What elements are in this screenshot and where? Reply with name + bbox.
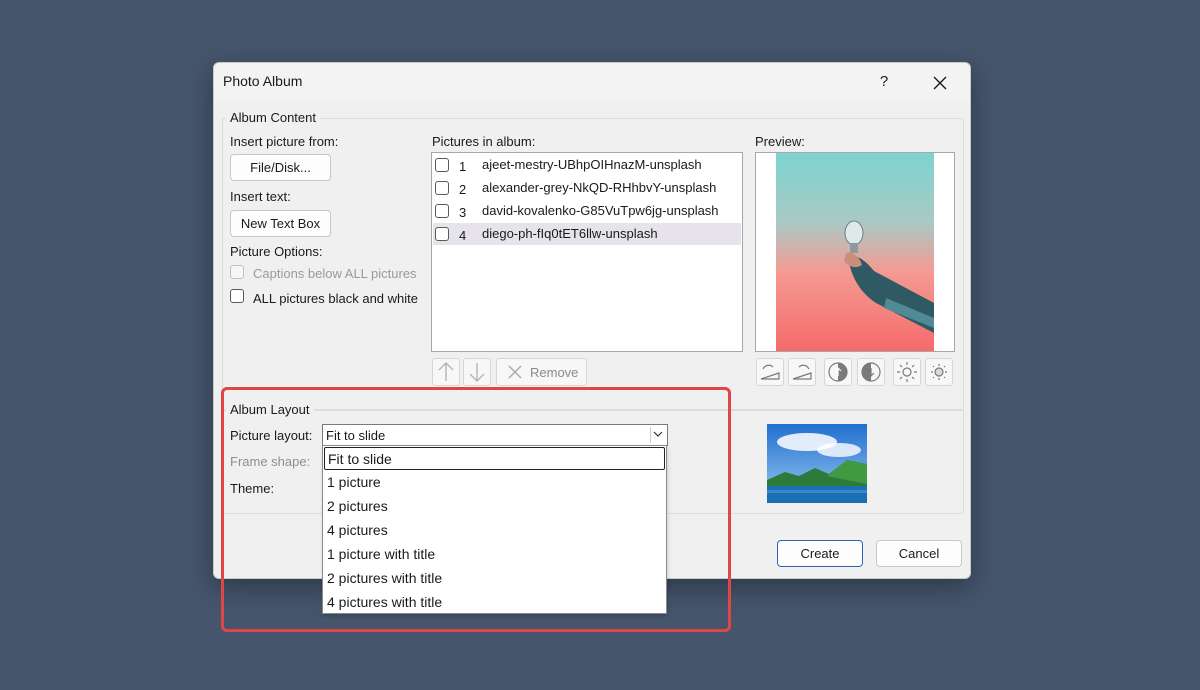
contrast-up-button[interactable]: [824, 358, 852, 386]
picture-checkbox[interactable]: [435, 158, 449, 172]
create-button[interactable]: Create: [777, 540, 863, 567]
cancel-button[interactable]: Cancel: [876, 540, 962, 567]
captions-checkbox[interactable]: [230, 265, 244, 279]
picture-layout-label: Picture layout:: [230, 428, 313, 443]
pictures-list[interactable]: 1 ajeet-mestry-UBhpOIHnazM-unsplash 2 al…: [431, 152, 743, 352]
rotate-right-button[interactable]: [788, 358, 816, 386]
insert-picture-label: Insert picture from:: [230, 134, 339, 149]
frame-shape-label: Frame shape:: [230, 454, 311, 469]
dropdown-option[interactable]: 4 pictures: [324, 519, 665, 542]
album-content-label: Album Content: [226, 110, 320, 125]
brightness-up-button[interactable]: [893, 358, 921, 386]
picture-name: ajeet-mestry-UBhpOIHnazM-unsplash: [482, 157, 702, 172]
new-text-box-button[interactable]: New Text Box: [230, 210, 331, 237]
arrow-up-icon: [438, 362, 454, 381]
close-button[interactable]: [926, 69, 954, 95]
theme-label: Theme:: [230, 481, 275, 496]
black-white-label: ALL pictures black and white: [253, 291, 419, 306]
remove-button-label: Remove: [530, 365, 579, 380]
remove-icon: [508, 365, 522, 379]
list-item[interactable]: 1 ajeet-mestry-UBhpOIHnazM-unsplash: [433, 154, 741, 176]
preview-label: Preview:: [755, 134, 805, 149]
insert-text-label: Insert text:: [230, 189, 291, 204]
list-item-selected[interactable]: 4 diego-ph-fIq0tET6llw-unsplash: [433, 223, 741, 245]
black-white-checkbox[interactable]: [230, 289, 244, 303]
picture-layout-dropdown[interactable]: Fit to slide 1 picture 2 pictures 4 pict…: [322, 445, 667, 614]
picture-layout-value: Fit to slide: [326, 428, 386, 443]
dropdown-option[interactable]: 1 picture: [324, 471, 665, 494]
dropdown-option[interactable]: 2 pictures: [324, 495, 665, 518]
cancel-button-label: Cancel: [898, 546, 940, 561]
dropdown-option[interactable]: 1 picture with title: [324, 543, 665, 566]
contrast-down-button[interactable]: [857, 358, 885, 386]
picture-number: 3: [459, 205, 467, 220]
picture-name: diego-ph-fIq0tET6llw-unsplash: [482, 226, 658, 241]
close-icon: [933, 76, 947, 90]
picture-checkbox[interactable]: [435, 181, 449, 195]
rotate-right-icon: [792, 364, 812, 380]
contrast-down-icon: [861, 362, 881, 382]
contrast-up-icon: [828, 362, 848, 382]
list-item[interactable]: 3 david-kovalenko-G85VuTpw6jg-unsplash: [433, 200, 741, 222]
picture-checkbox[interactable]: [435, 227, 449, 241]
picture-name: david-kovalenko-G85VuTpw6jg-unsplash: [482, 203, 719, 218]
move-down-button[interactable]: [463, 358, 491, 386]
dropdown-option[interactable]: 4 pictures with title: [324, 591, 665, 614]
picture-checkbox[interactable]: [435, 204, 449, 218]
create-button-label: Create: [800, 546, 840, 561]
rotate-left-icon: [760, 364, 780, 380]
remove-button[interactable]: Remove: [496, 358, 587, 386]
brightness-down-icon: [931, 364, 947, 380]
brightness-up-icon: [897, 362, 917, 382]
pictures-in-album-label: Pictures in album:: [432, 134, 536, 149]
landscape-image: [767, 424, 867, 503]
lightbulb-photo: [776, 153, 934, 351]
picture-layout-select[interactable]: Fit to slide: [322, 424, 668, 446]
new-text-box-button-label: New Text Box: [240, 216, 321, 231]
album-layout-label: Album Layout: [226, 402, 314, 417]
list-item[interactable]: 2 alexander-grey-NkQD-RHhbvY-unsplash: [433, 177, 741, 199]
title-bar: Photo Album ?: [214, 63, 970, 101]
picture-number: 4: [459, 228, 467, 243]
chevron-down-icon[interactable]: [650, 427, 665, 443]
picture-number: 2: [459, 182, 467, 197]
dialog-title: Photo Album: [223, 73, 303, 89]
arrow-down-icon: [469, 363, 485, 382]
help-button[interactable]: ?: [872, 71, 896, 93]
captions-label: Captions below ALL pictures: [253, 266, 417, 281]
picture-options-label: Picture Options:: [230, 244, 323, 259]
file-disk-button-label: File/Disk...: [250, 160, 311, 175]
picture-name: alexander-grey-NkQD-RHhbvY-unsplash: [482, 180, 717, 195]
move-up-button[interactable]: [432, 358, 460, 386]
dropdown-option[interactable]: 2 pictures with title: [324, 567, 665, 590]
brightness-down-button[interactable]: [925, 358, 953, 386]
file-disk-button[interactable]: File/Disk...: [230, 154, 331, 181]
rotate-left-button[interactable]: [756, 358, 784, 386]
preview-image: [755, 152, 955, 352]
picture-number: 1: [459, 159, 467, 174]
dropdown-option[interactable]: Fit to slide: [324, 447, 665, 470]
layout-preview-thumbnail: [767, 424, 867, 503]
